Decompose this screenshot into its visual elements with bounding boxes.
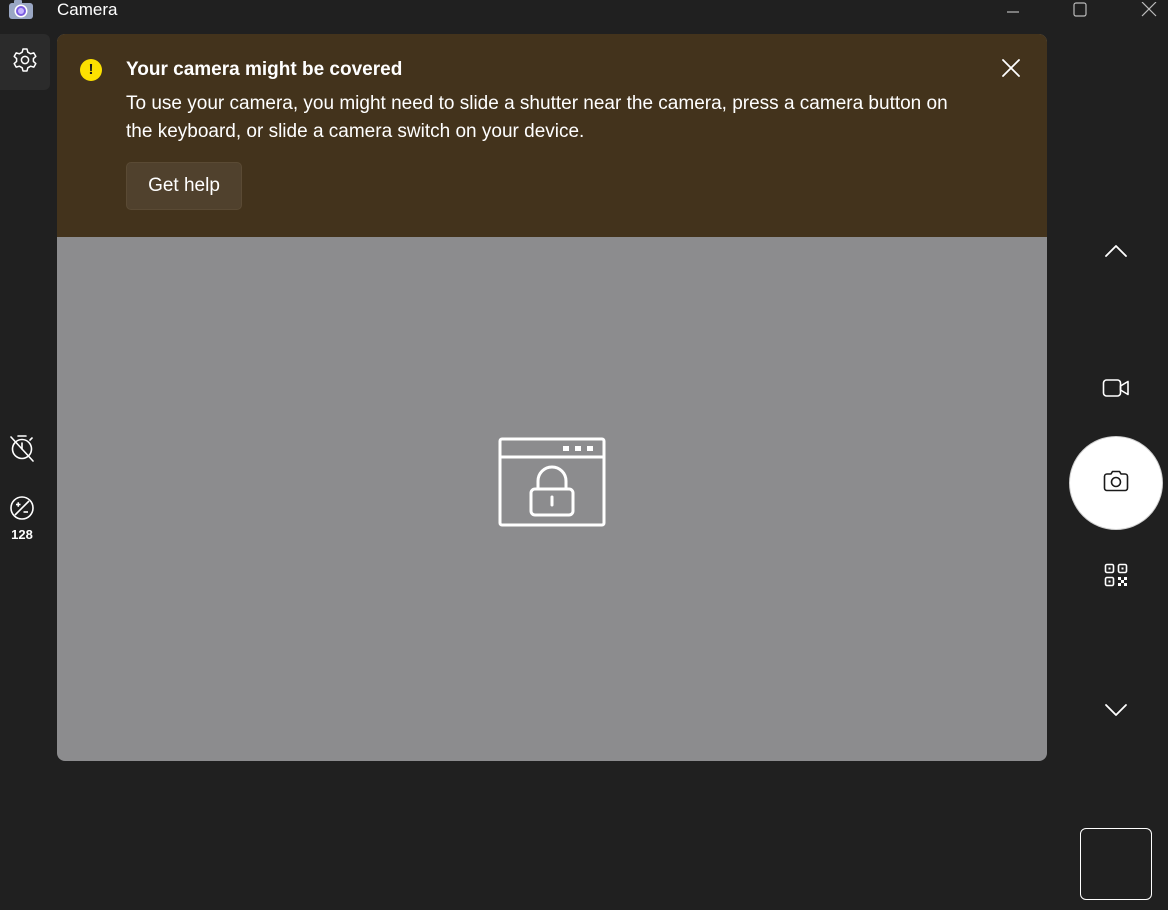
- gear-icon: [12, 47, 38, 78]
- close-icon: [1141, 2, 1157, 18]
- photo-gallery-thumbnail[interactable]: [1080, 828, 1152, 900]
- minimize-button[interactable]: [993, 0, 1033, 20]
- camera-icon: [1103, 470, 1129, 497]
- chevron-down-icon: [1104, 703, 1128, 722]
- warning-icon: !: [80, 59, 102, 81]
- minimize-icon: [1006, 3, 1020, 17]
- close-window-button[interactable]: [1129, 0, 1168, 20]
- qr-code-icon: [1104, 563, 1128, 592]
- banner-close-button[interactable]: [995, 54, 1027, 86]
- settings-button[interactable]: [0, 34, 50, 90]
- close-icon: [1002, 58, 1020, 82]
- video-mode-button[interactable]: [1094, 368, 1138, 412]
- exposure-icon: [9, 495, 35, 526]
- banner-title: Your camera might be covered: [126, 59, 403, 80]
- chevron-up-icon: [1104, 244, 1128, 263]
- photo-shutter-button[interactable]: [1069, 436, 1163, 530]
- camera-app-icon: [8, 0, 34, 20]
- camera-covered-banner: ! Your camera might be covered To use yo…: [57, 34, 1047, 237]
- scroll-down-button[interactable]: [1094, 690, 1138, 734]
- locked-window-icon: [498, 437, 606, 532]
- timer-button[interactable]: [0, 433, 44, 468]
- exposure-value: 128: [11, 527, 33, 542]
- maximize-button[interactable]: [1060, 0, 1100, 20]
- title-bar: Camera: [0, 0, 1168, 22]
- banner-message: To use your camera, you might need to sl…: [126, 93, 948, 142]
- video-camera-icon: [1102, 378, 1130, 403]
- timer-off-icon: [8, 433, 36, 468]
- maximize-icon: [1072, 2, 1088, 18]
- exposure-button[interactable]: 128: [0, 495, 44, 542]
- scroll-up-button[interactable]: [1094, 231, 1138, 275]
- qr-scan-button[interactable]: [1094, 555, 1138, 599]
- window-title: Camera: [57, 0, 118, 19]
- get-help-button[interactable]: Get help: [126, 162, 242, 210]
